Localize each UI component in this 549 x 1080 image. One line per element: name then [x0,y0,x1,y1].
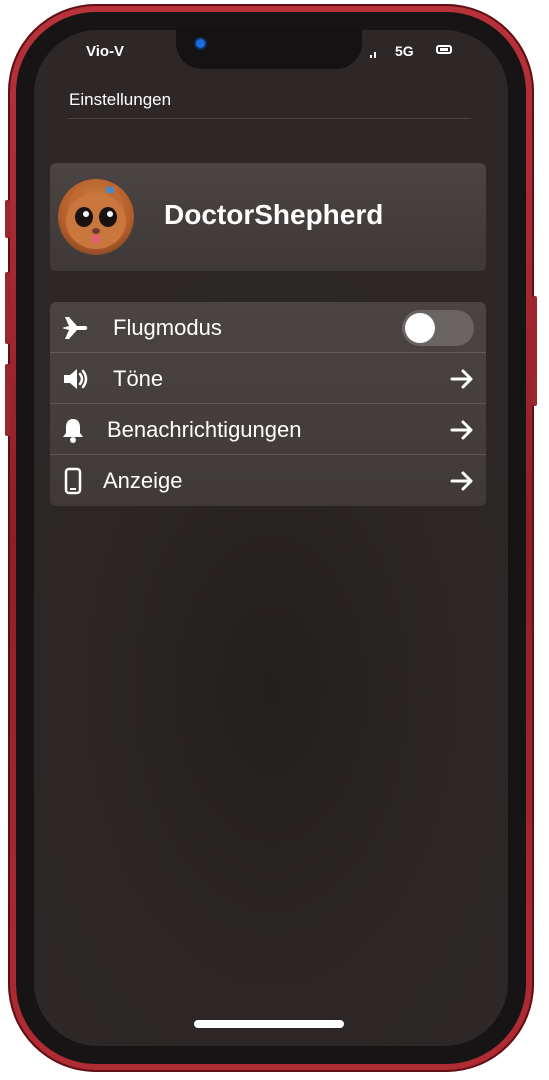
settings-item-benachrichtigungen[interactable]: Benachrichtigungen [50,404,486,455]
network-type: 5G [395,43,414,59]
settings-item-label: Anzeige [103,468,183,493]
airplane-icon [60,313,90,343]
volume-down-button [5,364,10,436]
settings-item-label: Benachrichtigungen [107,417,302,442]
screen: Vio-V 5G Einstellungen DoctorShepherd Fl… [34,30,508,1046]
phone-frame: Vio-V 5G Einstellungen DoctorShepherd Fl… [5,4,537,1072]
notch [176,30,362,69]
settings-list: Flugmodus Töne Benachrichtigungen Anzeig… [50,302,486,506]
signal-icon [370,48,382,58]
carrier-name: Vio-V [86,43,125,60]
volume-up-button [5,272,10,344]
profile-card[interactable]: DoctorShepherd [50,163,486,271]
settings-item-anzeige[interactable]: Anzeige [50,455,486,506]
power-button [532,296,537,406]
page-title: Einstellungen [69,90,172,109]
cat-avatar-image [66,185,126,249]
arrow-right-icon [450,419,474,441]
home-indicator[interactable] [194,1020,344,1028]
bell-icon [58,415,88,445]
profile-name: DoctorShepherd [164,199,384,230]
toggle-knob [405,313,435,343]
arrow-right-icon [450,368,474,390]
settings-item-flugmodus[interactable]: Flugmodus [50,302,486,353]
settings-item-toene[interactable]: Töne [50,353,486,404]
camera-icon [196,39,205,48]
speaker-icon [61,364,91,394]
settings-item-label: Flugmodus [113,315,222,340]
settings-item-label: Töne [113,366,164,391]
bezel: Vio-V 5G Einstellungen DoctorShepherd Fl… [16,12,526,1064]
airplane-mode-toggle[interactable] [402,310,474,346]
action-button [5,200,10,238]
phone-icon [58,466,88,496]
battery-icon [436,45,452,54]
arrow-right-icon [450,470,474,492]
avatar [58,179,134,255]
header-divider [67,118,471,119]
